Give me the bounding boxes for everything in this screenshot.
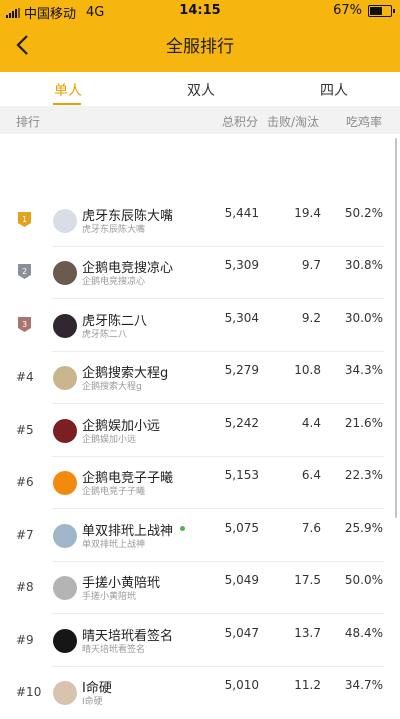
win-rate: 30.8%	[344, 258, 383, 272]
rank-label: #10	[16, 685, 42, 699]
kill-ratio: 9.2	[301, 311, 321, 325]
total-score: 5,441	[224, 206, 259, 220]
nav-bar: 全服排行	[0, 22, 400, 68]
leaderboard-row[interactable]: #5 企鹅娱加小远 企鹅娱加小远 5,242 4.4 21.6%	[0, 405, 400, 457]
total-score: 5,075	[224, 521, 259, 535]
player-subtitle: 虎牙陈二八	[82, 330, 128, 340]
avatar[interactable]	[53, 261, 77, 285]
rank-medal-label: 3	[22, 320, 27, 329]
status-right: 67%	[333, 3, 395, 18]
rank-label: #4	[16, 370, 34, 384]
player-subtitle: 企鹅电竞子子曦	[82, 487, 146, 497]
total-score: 5,304	[224, 311, 259, 325]
kill-ratio: 10.8	[294, 363, 321, 377]
kill-ratio: 13.7	[294, 626, 321, 640]
header: 中国移动 4G 14:15 67% 全服排行	[0, 0, 400, 72]
total-score: 5,049	[224, 573, 259, 587]
total-score: 5,047	[224, 626, 259, 640]
avatar[interactable]	[53, 629, 77, 653]
page-title: 全服排行	[166, 37, 234, 57]
win-rate: 22.3%	[344, 468, 383, 482]
total-score: 5,153	[224, 468, 259, 482]
avatar[interactable]	[53, 471, 77, 495]
rank-label: #8	[16, 580, 34, 594]
total-score: 5,010	[224, 678, 259, 692]
kill-ratio: 19.4	[294, 206, 321, 220]
player-subtitle: 晴天培玳看签名	[82, 645, 146, 655]
win-rate: 50.0%	[344, 573, 383, 587]
rank-medal-label: 2	[22, 267, 27, 276]
player-subtitle: 企鹅搜索大程g	[82, 382, 142, 392]
tab-squad[interactable]: 四人	[320, 80, 348, 100]
kill-ratio: 6.4	[301, 468, 321, 482]
leaderboard-row[interactable]: #9 晴天培玳看签名 晴天培玳看签名 5,047 13.7 48.4%	[0, 615, 400, 667]
win-rate: 50.2%	[344, 206, 383, 220]
battery-icon	[368, 4, 395, 17]
rank-label: #6	[16, 475, 34, 489]
rank-medal-label: 1	[22, 215, 27, 224]
win-rate: 25.9%	[344, 521, 383, 535]
column-score: 总积分	[222, 115, 259, 129]
avatar[interactable]	[53, 366, 77, 390]
player-subtitle: 单双排玳上战神	[82, 540, 146, 550]
avatar[interactable]	[53, 209, 77, 233]
tab-underline	[53, 103, 81, 105]
rank-label: #9	[16, 633, 34, 647]
kill-ratio: 17.5	[294, 573, 321, 587]
rank-label: #5	[16, 423, 34, 437]
row-divider	[52, 403, 384, 404]
total-score: 5,279	[224, 363, 259, 377]
column-header: 排行 总积分 击败/淘汰 吃鸡率	[0, 106, 400, 134]
win-rate: 30.0%	[344, 311, 383, 325]
leaderboard-row[interactable]: 1 虎牙东辰陈大嘴 虎牙东辰陈大嘴 5,441 19.4 50.2%	[0, 195, 400, 247]
avatar[interactable]	[53, 314, 77, 338]
kill-ratio: 4.4	[301, 416, 321, 430]
win-rate: 48.4%	[344, 626, 383, 640]
leaderboard-row[interactable]: #7 单双排玳上战神 单双排玳上战神 5,075 7.6 25.9%	[0, 510, 400, 562]
kill-ratio: 11.2	[294, 678, 321, 692]
rank-medal-icon: 1	[18, 212, 31, 227]
leaderboard-row[interactable]: #8 手搓小黄陪玳 手搓小黄陪玳 5,049 17.5 50.0%	[0, 562, 400, 614]
row-divider	[52, 508, 384, 509]
kill-ratio: 7.6	[301, 521, 321, 535]
kill-ratio: 9.7	[301, 258, 321, 272]
battery-label: 67%	[333, 3, 362, 18]
column-kills: 击败/淘汰	[267, 115, 320, 129]
rank-medal-icon: 3	[18, 317, 31, 332]
leaderboard-row[interactable]: #6 企鹅电竞子子曦 企鹅电竞子子曦 5,153 6.4 22.3%	[0, 457, 400, 509]
leaderboard-row[interactable]: #10 I命硬 I命硬 5,010 11.2 34.7%	[0, 667, 400, 719]
player-subtitle: 企鹅电竞搜凉心	[82, 277, 146, 287]
avatar[interactable]	[53, 419, 77, 443]
rank-medal-icon: 2	[18, 264, 31, 279]
status-bar: 中国移动 4G 14:15 67%	[0, 0, 400, 22]
tab-duo[interactable]: 双人	[187, 80, 215, 100]
rank-label: #7	[16, 528, 34, 542]
leaderboard-row[interactable]: 2 企鹅电竞搜凉心 企鹅电竞搜凉心 5,309 9.7 30.8%	[0, 247, 400, 299]
player-subtitle: 虎牙东辰陈大嘴	[82, 225, 146, 235]
scrollbar[interactable]	[395, 138, 397, 518]
win-rate: 21.6%	[344, 416, 383, 430]
total-score: 5,309	[224, 258, 259, 272]
win-rate: 34.7%	[344, 678, 383, 692]
avatar[interactable]	[53, 576, 77, 600]
leaderboard-row[interactable]: 3 虎牙陈二八 虎牙陈二八 5,304 9.2 30.0%	[0, 300, 400, 352]
win-rate: 34.3%	[344, 363, 383, 377]
leaderboard-row[interactable]: #4 企鹅搜索大程g 企鹅搜索大程g 5,279 10.8 34.3%	[0, 352, 400, 404]
column-rate: 吃鸡率	[346, 115, 383, 129]
row-divider	[52, 613, 384, 614]
row-divider	[52, 298, 384, 299]
online-status-icon	[180, 526, 185, 531]
total-score: 5,242	[224, 416, 259, 430]
tab-bar: 单人 双人 四人	[0, 72, 400, 107]
tab-solo[interactable]: 单人	[54, 80, 82, 100]
avatar[interactable]	[53, 681, 77, 705]
player-subtitle: 企鹅娱加小远	[82, 435, 137, 445]
column-rank: 排行	[16, 115, 41, 129]
avatar[interactable]	[53, 524, 77, 548]
player-subtitle: 手搓小黄陪玳	[82, 592, 137, 602]
player-subtitle: I命硬	[82, 697, 103, 707]
